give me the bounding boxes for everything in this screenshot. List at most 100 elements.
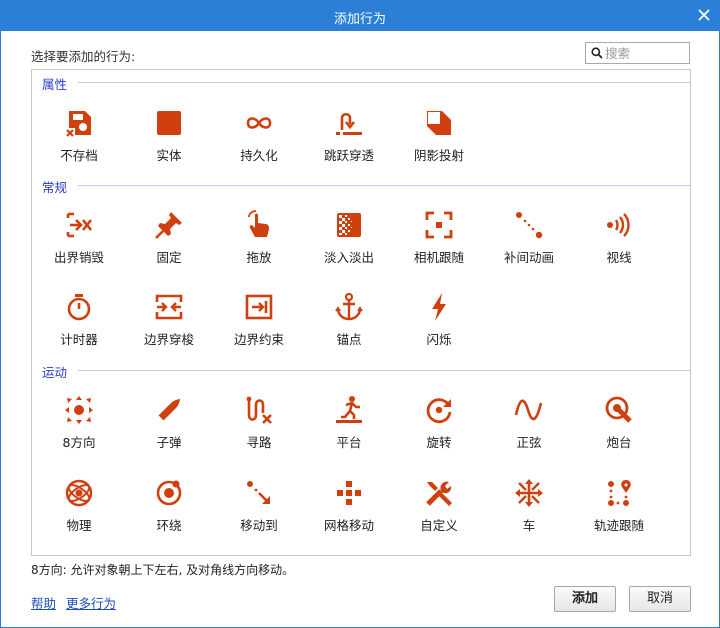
behavior-label: 视线 — [606, 250, 632, 265]
behavior-label: 边界穿梭 — [143, 332, 194, 347]
timer-icon — [67, 294, 91, 321]
behavior-label: 移动到 — [240, 518, 278, 533]
custom-icon — [426, 481, 452, 506]
category-header-general: 常规 — [42, 177, 690, 195]
add-button[interactable]: 添加 — [554, 586, 616, 612]
destroy-outside-icon — [66, 212, 93, 238]
pin-icon — [155, 212, 182, 239]
behavior-label: 持久化 — [240, 148, 278, 163]
behavior-anchor[interactable]: 锚点 — [304, 282, 394, 352]
behavior-list-panel[interactable]: 属性 常规 运动 不存档 实体 持久化 跳跃穿透 阴影投射 出界销毁 固定 拖放… — [31, 69, 691, 556]
rotate-icon — [426, 398, 452, 424]
behavior-label: 环绕 — [156, 518, 182, 533]
bullet-icon — [157, 399, 180, 422]
behavior-jump-thru[interactable]: 跳跃穿透 — [304, 98, 394, 168]
behavior-bullet[interactable]: 子弹 — [124, 385, 214, 455]
behavior-orbit[interactable]: 环绕 — [124, 468, 214, 538]
behavior-solid[interactable]: 实体 — [124, 98, 214, 168]
behavior-label: 闪烁 — [426, 332, 452, 347]
behavior-scroll-to[interactable]: 相机跟随 — [394, 200, 484, 270]
dialog-title: 添加行为 — [333, 12, 386, 27]
tile-movement-icon — [337, 481, 361, 505]
behavior-platform[interactable]: 平台 — [304, 385, 394, 455]
physics-icon — [65, 479, 93, 507]
behavior-label: 平台 — [336, 435, 362, 450]
flash-icon — [432, 293, 446, 321]
description-text: 8方向: 允许对象朝上下左右, 及对角线方向移动。 — [31, 563, 295, 577]
behavior-custom[interactable]: 自定义 — [394, 468, 484, 538]
line-of-sight-icon — [607, 213, 630, 237]
behavior-drag-drop[interactable]: 拖放 — [214, 200, 304, 270]
close-icon[interactable] — [696, 7, 712, 23]
behavior-label: 锚点 — [336, 332, 362, 347]
behavior-label: 子弹 — [156, 435, 182, 450]
behavior-tile-movement[interactable]: 网格移动 — [304, 468, 394, 538]
more-behaviors-link[interactable]: 更多行为 — [66, 593, 116, 612]
search-input[interactable] — [605, 44, 685, 62]
behavior-label: 车 — [522, 518, 536, 533]
anchor-icon — [335, 292, 363, 321]
eight-direction-icon — [65, 396, 93, 424]
add-behavior-dialog: 添加行为 选择要添加的行为: 属性 常规 运动 — [0, 0, 720, 628]
behavior-persist[interactable]: 持久化 — [214, 98, 304, 168]
behavior-sine[interactable]: 正弦 — [484, 385, 574, 455]
category-header-properties: 属性 — [42, 74, 690, 92]
behavior-fade[interactable]: 淡入淡出 — [304, 200, 394, 270]
behavior-flash[interactable]: 闪烁 — [394, 282, 484, 352]
category-divider — [78, 370, 690, 371]
behavior-shadow-caster[interactable]: 阴影投射 — [394, 98, 484, 168]
category-label: 常规 — [42, 180, 68, 195]
cancel-button[interactable]: 取消 — [629, 586, 691, 612]
persist-icon — [246, 117, 272, 129]
behavior-no-save[interactable]: 不存档 — [34, 98, 124, 168]
follow-icon — [608, 480, 631, 506]
behavior-label: 计时器 — [60, 332, 98, 347]
bound-to-layout-icon — [245, 294, 273, 320]
category-label: 属性 — [42, 77, 68, 92]
sine-icon — [514, 399, 543, 421]
prompt-label: 选择要添加的行为: — [31, 49, 136, 64]
behavior-label: 网格移动 — [323, 518, 374, 533]
search-box[interactable] — [585, 42, 690, 64]
pathfinding-icon — [246, 396, 272, 424]
fade-icon — [337, 213, 361, 237]
behavior-label: 边界约束 — [233, 332, 284, 347]
behavior-label: 轨迹跟随 — [593, 518, 644, 533]
behavior-bound-to-layout[interactable]: 边界约束 — [214, 282, 304, 352]
behavior-wrap[interactable]: 边界穿梭 — [124, 282, 214, 352]
shadow-caster-icon — [427, 111, 451, 135]
behavior-label: 旋转 — [426, 435, 452, 450]
behavior-label: 8方向 — [62, 435, 96, 450]
behavior-label: 自定义 — [420, 518, 458, 533]
behavior-destroy-outside[interactable]: 出界销毁 — [34, 200, 124, 270]
turret-icon — [605, 396, 632, 423]
behavior-timer[interactable]: 计时器 — [34, 282, 124, 352]
behavior-pathfinding[interactable]: 寻路 — [214, 385, 304, 455]
behavior-label: 固定 — [156, 250, 182, 265]
behavior-rotate[interactable]: 旋转 — [394, 385, 484, 455]
behavior-label: 淡入淡出 — [323, 250, 374, 265]
search-icon — [591, 47, 603, 59]
scroll-to-icon — [425, 211, 453, 239]
behavior-label: 阴影投射 — [413, 148, 464, 163]
behavior-label: 炮台 — [606, 435, 632, 450]
behavior-8direction[interactable]: 8方向 — [34, 385, 124, 455]
behavior-tween[interactable]: 补间动画 — [484, 200, 574, 270]
tween-icon — [516, 212, 543, 239]
behavior-label: 不存档 — [60, 148, 98, 163]
help-link[interactable]: 帮助 — [31, 593, 56, 612]
behavior-label: 物理 — [66, 518, 92, 533]
wrap-icon — [155, 294, 183, 320]
behavior-move-to[interactable]: 移动到 — [214, 468, 304, 538]
category-divider — [78, 185, 690, 186]
category-label: 运动 — [42, 365, 68, 380]
category-header-movement: 运动 — [42, 362, 690, 380]
behavior-follow[interactable]: 轨迹跟随 — [574, 468, 664, 538]
behavior-pin[interactable]: 固定 — [124, 200, 214, 270]
behavior-line-of-sight[interactable]: 视线 — [574, 200, 664, 270]
behavior-label: 相机跟随 — [413, 250, 464, 265]
title-bar[interactable]: 添加行为 — [1, 1, 719, 31]
behavior-physics[interactable]: 物理 — [34, 468, 124, 538]
behavior-car[interactable]: 车 — [484, 468, 574, 538]
behavior-turret[interactable]: 炮台 — [574, 385, 664, 455]
